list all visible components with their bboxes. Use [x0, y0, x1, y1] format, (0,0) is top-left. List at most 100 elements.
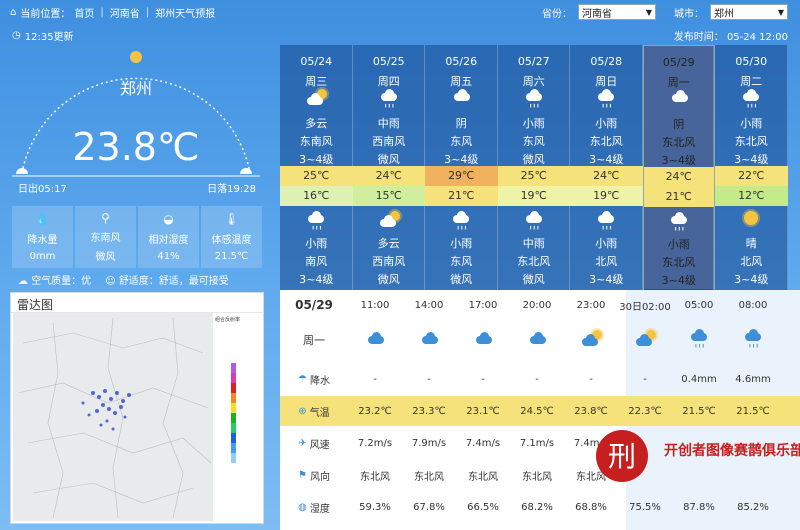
humidity-icon: ◍	[298, 501, 307, 513]
sun-icon	[744, 211, 759, 225]
hourly-cell: 17:00	[468, 299, 498, 311]
night-weather: 小雨	[450, 237, 473, 250]
hourly-row: ☂ 降水 - - - - - - 0.4mm 4.6mm	[280, 364, 800, 394]
partly-cloudy-icon	[580, 329, 602, 346]
hourly-cell: 23.8℃	[574, 405, 608, 417]
night-weather: 小雨	[305, 237, 328, 250]
night-weather: 小雨	[595, 237, 618, 250]
day-wind-direction: 东北风	[662, 136, 696, 149]
hourly-cell: 23.3℃	[412, 405, 446, 417]
day-week: 周五	[450, 75, 473, 88]
night-wind-direction: 东北风	[517, 255, 551, 268]
day-wind-level: 微风	[377, 153, 400, 166]
hourly-cell: 08:00	[738, 299, 768, 311]
svg-text:组合反射率: 组合反射率	[215, 316, 240, 323]
forecast-day-05-27[interactable]: 05/27 周六 ╻╻╻ 小雨 东风 微风 25℃ 19℃ ╻╻╻ 中雨 东北风 微风	[497, 45, 570, 290]
forecast-day-05-24[interactable]: 05/24 周三 多云 东南风 3~4级 25℃ 16℃ ╻╻╻ 小雨 南风 3~4级	[280, 45, 353, 290]
hourly-row: ╻╻╻ ╻╻╻	[280, 324, 800, 354]
hourly-cell	[456, 331, 510, 347]
breadcrumb-separator: |	[100, 6, 104, 18]
cloudy-icon	[420, 331, 438, 344]
low-temp: 21℃	[643, 187, 714, 207]
rain-icon: ╻╻╻	[740, 89, 762, 108]
hourly-cell	[564, 329, 618, 349]
partly-cloudy-icon	[378, 211, 400, 227]
day-weather: 小雨	[595, 117, 618, 130]
night-wind-level: 3~4级	[589, 273, 624, 286]
hourly-cell: 4.6mm	[735, 373, 771, 385]
hourly-cell: -	[481, 373, 485, 385]
hourly-cell: 23.1℃	[466, 405, 500, 417]
hourly-cell: ╻╻╻	[672, 328, 726, 350]
hourly-cell: 59.3%	[359, 501, 391, 513]
night-wind-level: 微风	[522, 273, 545, 286]
cloudy-icon	[474, 331, 492, 344]
leaf-icon: ☁	[18, 276, 28, 287]
day-wind-level: 3~4级	[734, 153, 769, 166]
forecast-day-05-30[interactable]: 05/30 周二 ╻╻╻ 小雨 东北风 3~4级 22℃ 12℃ 晴北风 3~4级	[715, 45, 788, 290]
hourly-cell: 05:00	[684, 299, 714, 311]
current-temperature: 23.8℃	[72, 125, 200, 169]
air-info: ☁ 空气质量：优 ☺ 舒适度：舒适，最可接受	[18, 272, 229, 287]
hourly-cell: 24.5℃	[520, 405, 554, 417]
hourly-cell: 20:00	[522, 299, 552, 311]
hourly-cell: 67.8%	[413, 501, 445, 513]
day-weather: 多云	[305, 117, 328, 130]
forecast-day-05-28[interactable]: 05/28 周日 ╻╻╻ 小雨 东北风 3~4级 24℃ 19℃ ╻╻╻ 小雨 北风 3~4级	[570, 45, 643, 290]
hourly-cell: 东北风	[414, 471, 444, 483]
radar-map[interactable]: 组合反射率	[13, 313, 261, 521]
low-temp: 19℃	[497, 186, 570, 206]
breadcrumb-current: 郑州天气预报	[155, 8, 216, 20]
day-weather: 阴	[455, 117, 467, 130]
hourly-cell: 7.1m/s	[519, 437, 555, 449]
day-weather: 小雨	[740, 117, 763, 130]
breadcrumb: ⌂ 当前位置： 首页 | 河南省 | 郑州天气预报	[10, 5, 215, 20]
thermometer-icon: 🌡	[223, 211, 240, 226]
sunrise-time: 日出05:17	[18, 184, 67, 195]
wind-icon: ⚲	[101, 211, 110, 225]
hourly-cell: -	[643, 373, 647, 385]
day-week: 周日	[595, 75, 618, 88]
high-temp: 25℃	[280, 166, 353, 186]
city-select[interactable]: 郑州 ▼	[710, 4, 788, 20]
day-week: 周四	[377, 75, 400, 88]
night-wind-level: 微风	[450, 273, 473, 286]
day-week: 周二	[740, 75, 763, 88]
radar-map-image: 组合反射率	[13, 313, 261, 521]
hourly-cell: 东北风	[468, 471, 498, 483]
sunset-time: 日落19:28	[207, 184, 256, 195]
low-temp: 12℃	[715, 186, 788, 206]
day-wind-level: 微风	[522, 153, 545, 166]
cloudy-icon	[670, 90, 688, 102]
breadcrumb-separator: |	[145, 6, 150, 18]
hourly-row: 11:00 14:00 17:00 20:00 23:00 30日02:00 05:00 08…	[280, 290, 800, 320]
day-wind-direction: 东北风	[589, 135, 623, 148]
day-date: 05/29	[662, 56, 695, 69]
night-wind-direction: 北风	[740, 255, 763, 268]
day-date: 05/28	[590, 55, 623, 68]
rain-icon: ╻╻╻	[378, 89, 400, 108]
day-wind-direction: 东南风	[299, 135, 333, 148]
day-weather: 阴	[673, 118, 685, 131]
hourly-cell	[348, 331, 402, 347]
forecast-day-05-29[interactable]: 05/29 周一阴东北风 3~4级 24℃ 21℃ ╻╻╻ 小雨 东北风 3~4级	[642, 45, 715, 291]
air-quality: ☁ 空气质量：优	[18, 276, 92, 287]
forecast-day-05-25[interactable]: 05/25 周四 ╻╻╻ 中雨 西南风 微风 24℃ 15℃ 多云 西南风 微风	[352, 45, 425, 290]
day-wind-direction: 东风	[522, 135, 545, 148]
day-date: 05/24	[300, 55, 333, 68]
province-select[interactable]: 河南省 ▼	[578, 4, 656, 20]
hourly-cell: -	[373, 373, 377, 385]
high-temp: 24℃	[352, 166, 425, 186]
hourly-cell: 66.5%	[467, 501, 499, 513]
partly-cloudy-icon	[305, 89, 328, 105]
breadcrumb-home[interactable]: 首页	[74, 5, 94, 20]
forecast-day-05-26[interactable]: 05/26 周五阴东风 3~4级 29℃ 21℃ ╻╻╻ 小雨 东风 微风	[425, 45, 498, 290]
hourly-cell: 87.8%	[683, 501, 715, 513]
hourly-cell: -	[589, 373, 593, 385]
night-weather: 小雨	[667, 238, 690, 251]
rain-icon: ╻╻╻	[305, 211, 327, 230]
breadcrumb-province[interactable]: 河南省	[110, 5, 140, 20]
location-selectors: 省份： 河南省 ▼ 城市： 郑州 ▼	[542, 4, 788, 20]
high-temp: 29℃	[425, 166, 498, 186]
cloudy-icon	[528, 331, 546, 344]
